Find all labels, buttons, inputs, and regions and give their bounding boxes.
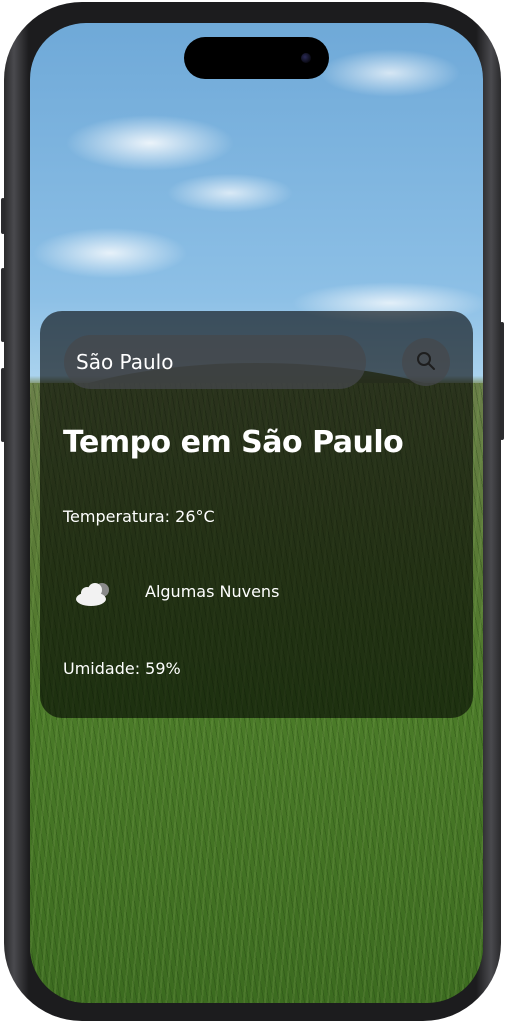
- search-button[interactable]: [402, 338, 450, 386]
- cloud-icon: [76, 583, 109, 606]
- power-button[interactable]: [500, 322, 504, 440]
- city-title: Tempo em São Paulo: [63, 425, 404, 460]
- weather-description: Algumas Nuvens: [145, 582, 280, 601]
- weather-description-row: Algumas Nuvens: [63, 573, 443, 613]
- phone-frame: Tempo em São Paulo Temperatura: 26°C Alg…: [1, 2, 504, 1021]
- screen: Tempo em São Paulo Temperatura: 26°C Alg…: [30, 23, 483, 1003]
- volume-up-button[interactable]: [1, 268, 5, 342]
- camera-icon: [301, 53, 311, 63]
- action-button[interactable]: [1, 198, 5, 234]
- humidity-text: Umidade: 59%: [63, 659, 181, 678]
- temperature-text: Temperatura: 26°C: [63, 507, 215, 526]
- weather-card: Tempo em São Paulo Temperatura: 26°C Alg…: [40, 311, 473, 718]
- dynamic-island: [184, 37, 329, 79]
- volume-down-button[interactable]: [1, 368, 5, 442]
- city-search-input[interactable]: [64, 335, 366, 389]
- search-icon: [417, 352, 435, 370]
